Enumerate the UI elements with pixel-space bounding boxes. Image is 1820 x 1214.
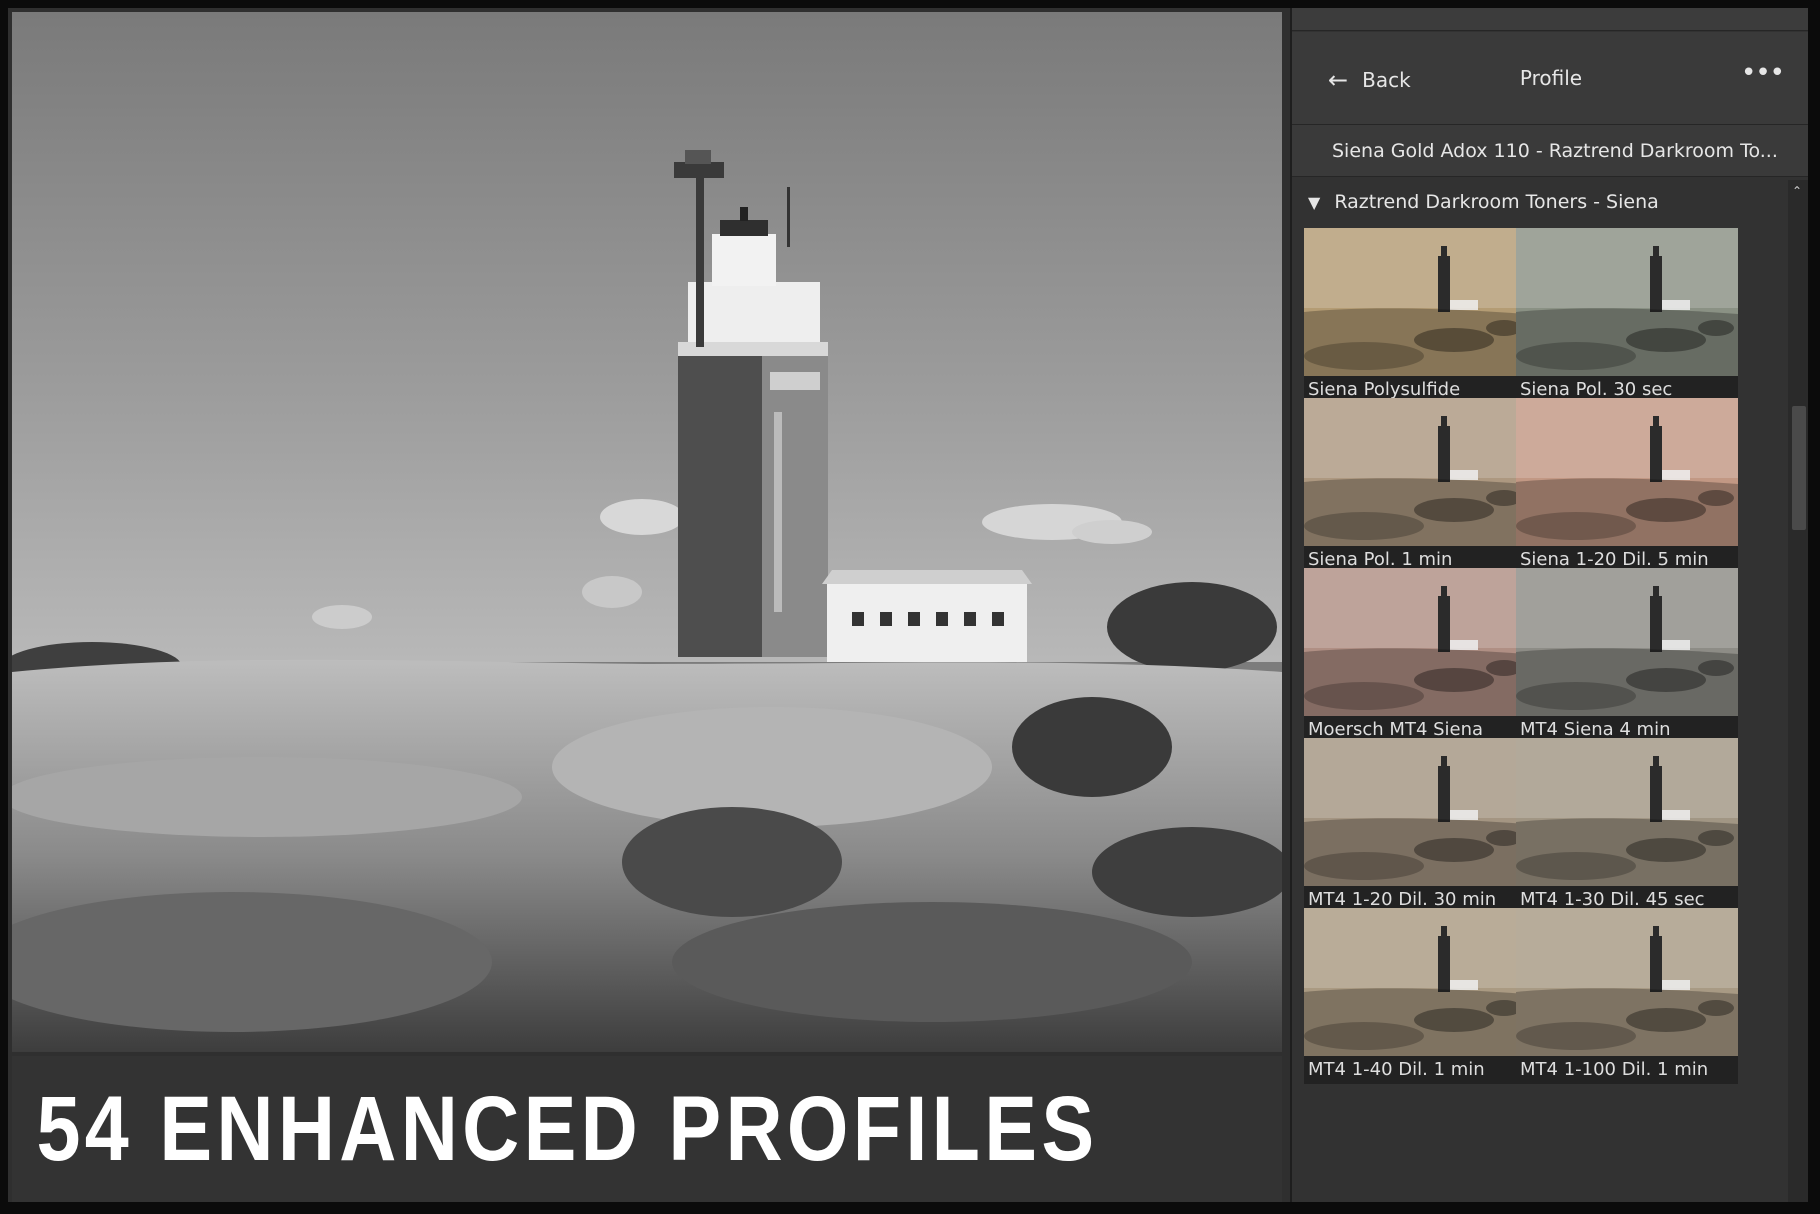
profile-preview-image — [1516, 908, 1738, 1056]
current-profile-name: Siena Gold Adox 110 - Raztrend Darkroom … — [1292, 125, 1808, 177]
profile-thumbnail[interactable]: Siena Polysulfide — [1304, 228, 1526, 406]
profile-preview-image — [1304, 568, 1526, 716]
panel-top-bar — [1292, 8, 1808, 31]
profile-thumbnail[interactable]: MT4 1-30 Dil. 45 sec — [1516, 738, 1738, 916]
profile-preview-image — [1304, 228, 1526, 376]
scroll-up-icon[interactable]: ⌃ — [1792, 184, 1802, 198]
profile-preview-image — [1516, 568, 1738, 716]
promo-banner: 54 ENHANCED PROFILES — [12, 1056, 1282, 1202]
profile-preview-image — [1516, 738, 1738, 886]
profile-preview-image — [1516, 228, 1738, 376]
profile-thumbnail[interactable]: MT4 Siena 4 min — [1516, 568, 1738, 746]
profile-preview-image — [1516, 398, 1738, 546]
profile-thumbnail[interactable]: MT4 1-40 Dil. 1 min — [1304, 908, 1526, 1086]
profile-preview-image — [1304, 908, 1526, 1056]
profile-thumbnail[interactable]: Moersch MT4 Siena — [1304, 568, 1526, 746]
profile-thumbnail[interactable]: MT4 1-100 Dil. 1 min — [1516, 908, 1738, 1086]
panel-header: ← Back Profile ••• — [1292, 32, 1808, 125]
profile-group-label: Raztrend Darkroom Toners - Siena — [1334, 191, 1659, 213]
profile-preview-image — [1304, 398, 1526, 546]
triangle-down-icon: ▼ — [1308, 192, 1321, 212]
lighthouse-photo — [12, 12, 1282, 1052]
profile-thumbnail-label: MT4 1-100 Dil. 1 min — [1516, 1056, 1738, 1084]
profile-thumbnail[interactable]: Siena Pol. 30 sec — [1516, 228, 1738, 406]
profile-thumbnail-grid: Siena Polysulfide Siena Pol. 30 sec Siena … — [1304, 228, 1784, 1202]
profile-thumbnail[interactable]: MT4 1-20 Dil. 30 min — [1304, 738, 1526, 916]
profile-group-header[interactable]: ▼ Raztrend Darkroom Toners - Siena — [1292, 180, 1786, 224]
profile-thumbnail[interactable]: Siena 1-20 Dil. 5 min — [1516, 398, 1738, 576]
profile-browser-panel: ← Back Profile ••• Siena Gold Adox 110 -… — [1290, 8, 1808, 1202]
profile-preview-image — [1304, 738, 1526, 886]
left-arrow-icon: ← — [1328, 66, 1349, 94]
profile-thumbnail[interactable]: Siena Pol. 1 min — [1304, 398, 1526, 576]
back-button[interactable]: ← Back — [1328, 66, 1411, 94]
more-options-icon[interactable]: ••• — [1741, 58, 1785, 88]
panel-scrollbar[interactable]: ⌃ — [1788, 180, 1808, 1202]
app-frame: 54 ENHANCED PROFILES ← Back Profile ••• … — [8, 8, 1808, 1202]
scrollbar-thumb[interactable] — [1792, 406, 1806, 530]
profile-thumbnail-label: MT4 1-40 Dil. 1 min — [1304, 1056, 1526, 1084]
back-label: Back — [1362, 68, 1411, 92]
main-photo-preview — [12, 12, 1282, 1052]
banner-title: 54 ENHANCED PROFILES — [36, 1077, 1098, 1180]
